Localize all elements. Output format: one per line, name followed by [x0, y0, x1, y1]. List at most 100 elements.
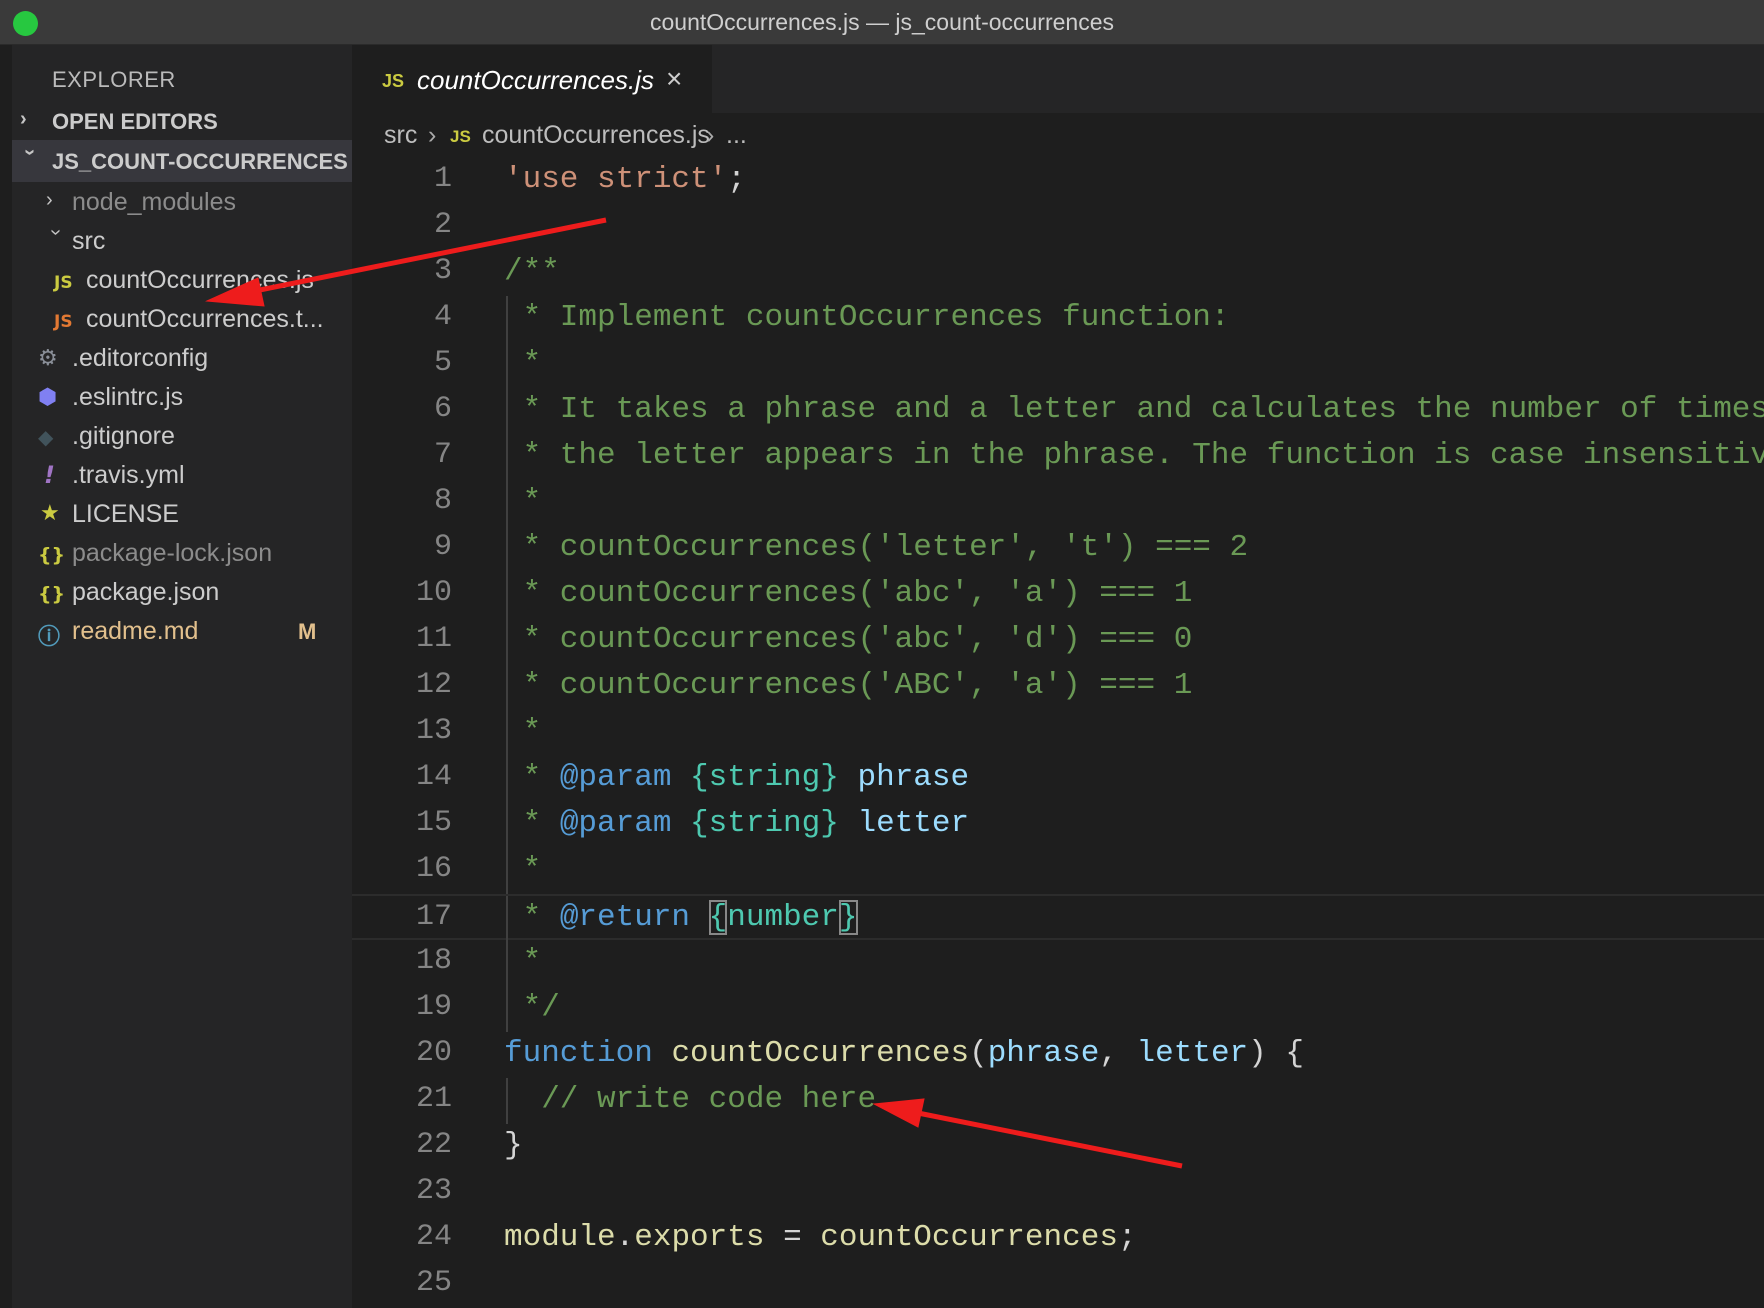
code-line[interactable]: 17 * @return {number} [352, 894, 1764, 942]
json-icon: {} [38, 583, 66, 605]
chevron-right-icon: › [20, 108, 27, 130]
code-token: module [504, 1220, 616, 1255]
title-bar: countOccurrences.js — js_count-occurrenc… [0, 0, 1764, 45]
code-token: /** [504, 254, 560, 289]
tree-item-src[interactable]: › src [12, 220, 352, 264]
code-token: */ [504, 990, 560, 1025]
project-section[interactable]: › JS_COUNT-OCCURRENCES [12, 140, 352, 182]
code-line[interactable]: 7 * the letter appears in the phrase. Th… [352, 434, 1764, 480]
breadcrumb-folder[interactable]: src [384, 121, 417, 150]
code-line[interactable]: 15 * @param {string} letter [352, 802, 1764, 848]
tree-item-travis[interactable]: ! .travis.yml [12, 454, 352, 498]
code-text: * It takes a phrase and a letter and cal… [504, 392, 1764, 427]
code-line[interactable]: 4 * Implement countOccurrences function: [352, 296, 1764, 342]
line-number: 17 [415, 900, 452, 934]
code-line[interactable]: 18 * [352, 940, 1764, 986]
code-line[interactable]: 19 */ [352, 986, 1764, 1032]
line-number: 3 [433, 254, 452, 288]
line-number: 8 [433, 484, 452, 518]
code-text: * countOccurrences('letter', 't') === 2 [504, 530, 1249, 565]
chevron-right-icon: › [46, 189, 53, 211]
tab-countoccurrences-js[interactable]: JS countOccurrences.js × [352, 45, 712, 113]
code-token: * countOccurrences('letter', 't') === 2 [504, 530, 1249, 565]
code-text: module.exports = countOccurrences; [504, 1220, 1137, 1255]
line-number: 23 [415, 1174, 452, 1208]
line-number: 11 [415, 622, 452, 656]
line-number: 15 [415, 806, 452, 840]
code-line[interactable]: 22} [352, 1124, 1764, 1170]
code-line[interactable]: 14 * @param {string} phrase [352, 756, 1764, 802]
code-token: * [504, 760, 560, 795]
code-text: * @param {string} letter [504, 806, 970, 841]
code-line[interactable]: 3 /** [352, 250, 1764, 296]
code-line[interactable]: 6 * It takes a phrase and a letter and c… [352, 388, 1764, 434]
code-token: * [504, 806, 560, 841]
chevron-right-icon: › [706, 121, 715, 149]
code-line[interactable]: 8 * [352, 480, 1764, 526]
code-line[interactable]: 11 * countOccurrences('abc', 'd') === 0 [352, 618, 1764, 664]
code-token: {string} [690, 806, 839, 841]
tree-item-package-lock[interactable]: {} package-lock.json [12, 532, 352, 576]
code-token: letter [857, 806, 970, 841]
code-line[interactable]: 12 * countOccurrences('ABC', 'a') === 1 [352, 664, 1764, 710]
code-line[interactable]: 25 [352, 1262, 1764, 1308]
code-line[interactable]: 13 * [352, 710, 1764, 756]
line-number: 7 [433, 438, 452, 472]
tree-item-eslintrc[interactable]: ⬢ .eslintrc.js [12, 376, 352, 420]
code-line[interactable]: 24 module.exports = countOccurrences; [352, 1216, 1764, 1262]
line-number: 19 [415, 990, 452, 1024]
code-token: ( [969, 1036, 988, 1071]
tree-item-label: node_modules [72, 188, 237, 216]
code-text: * @return {number} [504, 900, 858, 935]
breadcrumb-symbols[interactable]: ... [726, 121, 747, 150]
close-icon[interactable]: × [666, 63, 682, 95]
code-text: 'use strict'; [504, 162, 746, 197]
code-text: /** [504, 254, 560, 289]
code-token: ; [727, 162, 746, 197]
code-editor[interactable]: 1'use strict'; 2 3/** 4 * Implement countOc… [352, 158, 1764, 1308]
code-line[interactable]: 20 function countOccurrences(phrase, lett… [352, 1032, 1764, 1078]
code-token: countOccurrences [671, 1036, 970, 1071]
code-line[interactable]: 10 * countOccurrences('abc', 'a') === 1 [352, 572, 1764, 618]
code-token: * the letter appears in the phrase. The … [504, 438, 1764, 473]
code-token: * Implement countOccurrences function: [504, 300, 1230, 335]
json-icon: {} [38, 544, 66, 566]
line-number: 21 [415, 1082, 452, 1116]
tree-item-countoccurrences-js[interactable]: JS countOccurrences.js [12, 259, 352, 303]
code-token: number [727, 900, 839, 935]
code-token: * [504, 900, 560, 935]
code-line[interactable]: 9 * countOccurrences('letter', 't') === … [352, 526, 1764, 572]
code-line[interactable]: 1 'use strict'; [352, 158, 1764, 204]
code-text: * [504, 714, 542, 749]
tree-item-countoccurrences-test[interactable]: JS countOccurrences.t... [12, 298, 352, 342]
code-line[interactable]: 16 * [352, 848, 1764, 894]
code-text: * the letter appears in the phrase. The … [504, 438, 1764, 473]
line-number: 5 [433, 346, 452, 380]
line-number: 16 [415, 852, 452, 886]
line-number: 2 [433, 208, 452, 242]
tree-item-readme[interactable]: ⓘ readme.md M [12, 610, 352, 654]
tree-item-gitignore[interactable]: ◆ .gitignore [12, 415, 352, 459]
line-number: 12 [415, 668, 452, 702]
tree-item-license[interactable]: ★ LICENSE [12, 493, 352, 537]
tree-item-node-modules[interactable]: › node_modules [12, 181, 352, 225]
line-number: 1 [433, 162, 452, 196]
code-token: * countOccurrences('abc', 'd') === 0 [504, 622, 1193, 657]
code-line[interactable]: 5 * [352, 342, 1764, 388]
code-token: ; [1117, 1220, 1137, 1255]
line-number: 20 [415, 1036, 452, 1070]
code-token: * countOccurrences('ABC', 'a') === 1 [504, 668, 1193, 703]
tree-item-package-json[interactable]: {} package.json [12, 571, 352, 615]
open-editors-section[interactable]: › OPEN EDITORS [12, 100, 352, 142]
code-line[interactable]: 21 // write code here [352, 1078, 1764, 1124]
code-line[interactable]: 2 [352, 204, 1764, 250]
code-line[interactable]: 23 [352, 1170, 1764, 1216]
tree-item-label: package-lock.json [72, 539, 273, 567]
breadcrumb-file[interactable]: countOccurrences.js [482, 121, 710, 150]
tree-item-label: .eslintrc.js [72, 383, 184, 411]
code-token: @return [559, 900, 691, 935]
git-icon: ◆ [38, 425, 54, 449]
tree-item-editorconfig[interactable]: ⚙ .editorconfig [12, 337, 352, 381]
